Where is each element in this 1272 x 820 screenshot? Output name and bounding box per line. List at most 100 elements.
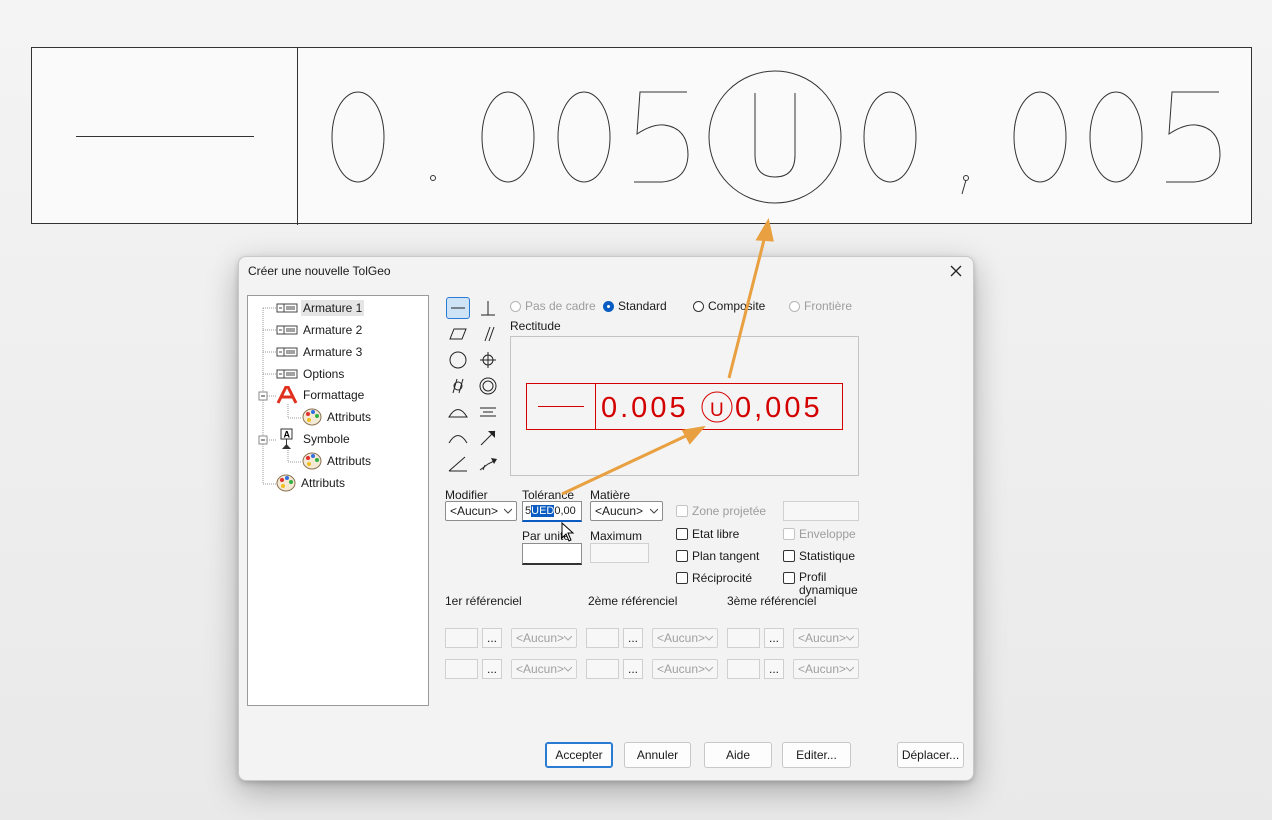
tree-item-label: Formattage — [303, 388, 365, 402]
datum-2-input[interactable] — [586, 628, 619, 648]
datum-3-browse-button-row2[interactable]: ... — [764, 659, 784, 679]
total-runout-button[interactable] — [476, 453, 500, 475]
circle-icon — [449, 351, 467, 369]
maximum-input[interactable] — [590, 543, 649, 563]
combo-value: <Aucun> — [657, 631, 706, 645]
tree-item-attributs[interactable]: Attributs — [302, 408, 373, 426]
radio-composite[interactable]: Composite — [693, 299, 765, 313]
circularity-button[interactable] — [446, 349, 470, 371]
cylindricity-icon — [452, 378, 464, 394]
accept-button[interactable]: Accepter — [545, 742, 613, 768]
cylindricity-button[interactable] — [446, 375, 470, 397]
datum-3-modifier-select[interactable]: <Aucun> — [793, 628, 859, 648]
combo-value: <Aucun> — [798, 631, 847, 645]
checkbox-box — [783, 528, 795, 540]
datum-2-browse-button[interactable]: ... — [623, 628, 643, 648]
datum-2-modifier-select[interactable]: <Aucun> — [652, 628, 718, 648]
tree-item-armature-1[interactable]: Armature 1 — [276, 299, 365, 317]
statistique-checkbox[interactable]: Statistique — [783, 549, 855, 563]
tree-item-label: Attributs — [327, 454, 372, 468]
straightness-button[interactable] — [446, 297, 470, 319]
datum-1-modifier-select[interactable]: <Aucun> — [511, 628, 577, 648]
cancel-button[interactable]: Annuler — [624, 742, 691, 768]
edit-button[interactable]: Editer... — [782, 742, 851, 768]
armature-icon — [276, 347, 298, 357]
tree-item-armature-3[interactable]: Armature 3 — [276, 343, 364, 361]
symbol-icon: A — [280, 428, 293, 449]
datum-1-input-row2[interactable] — [445, 659, 478, 679]
characteristic-label: Rectitude — [510, 319, 561, 333]
zone-projetee-input[interactable] — [783, 501, 859, 521]
checkbox-label: Enveloppe — [799, 527, 856, 541]
dialog-title: Créer une nouvelle TolGeo — [248, 264, 391, 278]
tree-item-options[interactable]: Options — [276, 365, 346, 383]
checkbox-label: Etat libre — [692, 527, 740, 541]
button-label: Aide — [725, 748, 751, 762]
radio-frontiere[interactable]: Frontière — [789, 299, 852, 313]
datum-1-browse-button-row2[interactable]: ... — [482, 659, 502, 679]
modifier-select[interactable]: <Aucun> — [445, 501, 517, 521]
datum-2-input-row2[interactable] — [586, 659, 619, 679]
datum-2-modifier-select-row2[interactable]: <Aucun> — [652, 659, 718, 679]
circular-runout-button[interactable] — [476, 427, 500, 449]
combo-value: <Aucun> — [798, 662, 847, 676]
help-button[interactable]: Aide — [704, 742, 772, 768]
etat-libre-checkbox[interactable]: Etat libre — [676, 527, 739, 541]
tree-item-armature-2[interactable]: Armature 2 — [276, 321, 364, 339]
checkbox-label: Réciprocité — [692, 571, 753, 585]
parallelism-button[interactable] — [476, 323, 500, 345]
checkbox-box — [783, 572, 795, 584]
datum-3-input[interactable] — [727, 628, 760, 648]
datum-3-browse-button[interactable]: ... — [764, 628, 784, 648]
datum-1-browse-button[interactable]: ... — [482, 628, 502, 648]
close-icon — [950, 265, 962, 277]
tree-item-label: Attributs — [327, 410, 372, 424]
angularity-button[interactable] — [446, 453, 470, 475]
flatness-icon — [449, 328, 467, 340]
flatness-button[interactable] — [446, 323, 470, 345]
settings-tree[interactable]: Armature 1 Armature 2 Armature 3 Options… — [247, 295, 429, 706]
datum-1-label: 1er référenciel — [445, 594, 522, 608]
tree-item-attributs-root[interactable]: Attributs — [276, 474, 347, 492]
preview-value-2: 0,005 — [735, 392, 823, 424]
tree-item-formattage[interactable]: Formattage — [276, 386, 366, 404]
radio-pas-de-cadre[interactable]: Pas de cadre — [510, 299, 596, 313]
parallelism-icon — [484, 326, 495, 342]
mouse-cursor-icon — [561, 522, 575, 542]
datum-3-input-row2[interactable] — [727, 659, 760, 679]
close-button[interactable] — [945, 261, 967, 281]
checkbox-label: Zone projetée — [692, 504, 767, 518]
chevron-down-icon — [650, 508, 658, 514]
radio-label: Pas de cadre — [525, 299, 596, 313]
position-button[interactable] — [476, 349, 500, 371]
checkbox-box — [676, 550, 688, 562]
radio-label: Composite — [708, 299, 766, 313]
tolerance-input[interactable]: 5 UED 0,00 — [522, 501, 582, 522]
ellipsis-label: ... — [768, 631, 779, 645]
tree-item-label: Attributs — [301, 476, 346, 490]
button-label: Annuler — [636, 748, 679, 762]
line-profile-icon — [448, 435, 468, 444]
datum-2-browse-button-row2[interactable]: ... — [623, 659, 643, 679]
plan-tangent-checkbox[interactable]: Plan tangent — [676, 549, 759, 563]
par-unite-input[interactable] — [522, 543, 582, 565]
reciprocite-checkbox[interactable]: Réciprocité — [676, 571, 752, 585]
preview-fcf-svg: 0.005 U 0,005 — [526, 383, 843, 430]
move-button[interactable]: Déplacer... — [897, 742, 964, 768]
surface-profile-button[interactable] — [446, 401, 470, 423]
enveloppe-checkbox[interactable]: Enveloppe — [783, 527, 856, 541]
perpendicularity-button[interactable] — [476, 297, 500, 319]
radio-standard[interactable]: Standard — [603, 299, 667, 313]
datum-1-modifier-select-row2[interactable]: <Aucun> — [511, 659, 577, 679]
symmetry-button[interactable] — [476, 401, 500, 423]
zone-projetee-checkbox[interactable]: Zone projetée — [676, 504, 766, 518]
datum-1-input[interactable] — [445, 628, 478, 648]
tree-item-symbole[interactable]: A Symbole — [276, 428, 352, 449]
matiere-select[interactable]: <Aucun> — [590, 501, 663, 521]
radio-circle — [789, 300, 800, 312]
line-profile-button[interactable] — [446, 427, 470, 449]
concentricity-button[interactable] — [476, 375, 500, 397]
tree-item-attributs[interactable]: Attributs — [302, 452, 373, 470]
total-runout-icon — [479, 458, 497, 471]
datum-3-modifier-select-row2[interactable]: <Aucun> — [793, 659, 859, 679]
